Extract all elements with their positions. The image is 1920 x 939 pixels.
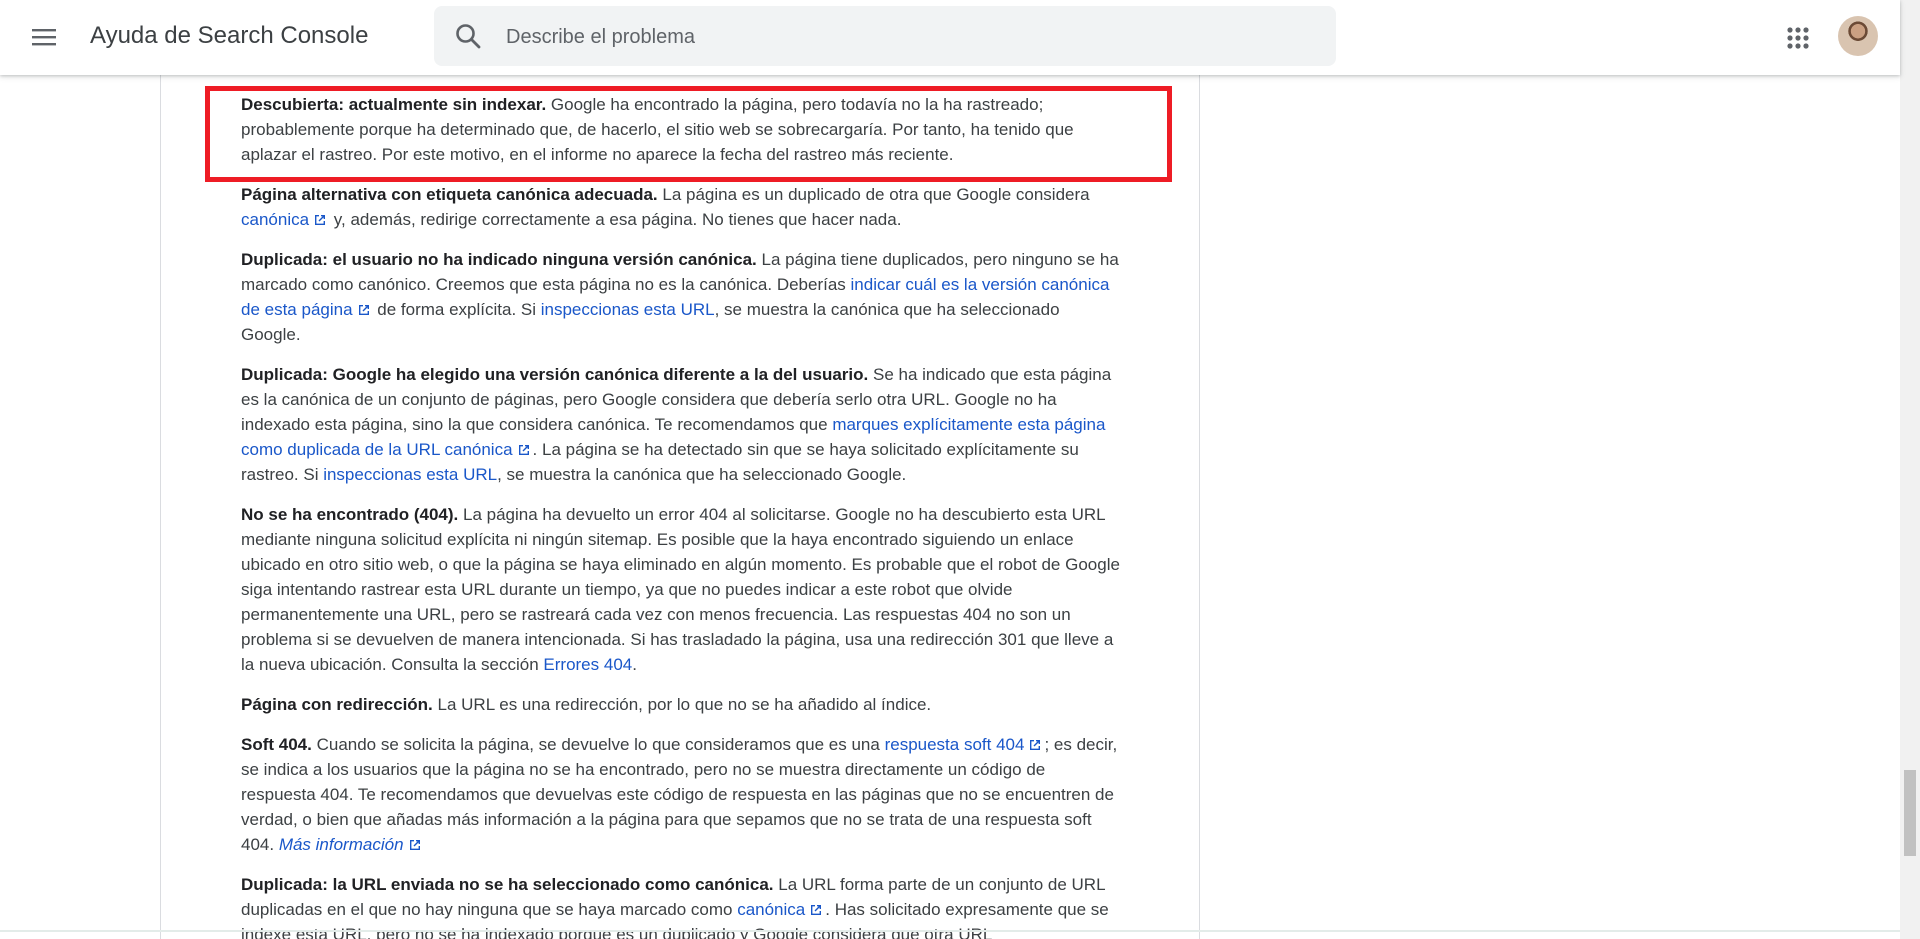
- article-body: Descubierta: actualmente sin indexar. Go…: [241, 92, 1121, 939]
- scroll-thumb[interactable]: [1904, 770, 1916, 856]
- list-item: Duplicada: Google ha elegido una versión…: [241, 365, 1112, 484]
- inspect-url-link[interactable]: inspeccionas esta URL: [323, 465, 497, 484]
- external-link-icon: [358, 305, 369, 315]
- errors-404-link[interactable]: Errores 404: [543, 655, 632, 674]
- search-bar[interactable]: [434, 6, 1336, 68]
- canonical-link[interactable]: canónica: [241, 210, 329, 229]
- app-title[interactable]: Ayuda de Search Console: [90, 22, 368, 50]
- list-item: Página con redirección. La URL es una re…: [241, 695, 932, 714]
- inspect-url-link[interactable]: inspeccionas esta URL: [541, 300, 715, 319]
- soft-404-link[interactable]: respuesta soft 404: [885, 735, 1045, 754]
- top-app-bar: Ayuda de Search Console: [0, 0, 1900, 75]
- list-item: Descubierta: actualmente sin indexar. Go…: [241, 95, 1074, 164]
- external-link-icon: [811, 905, 822, 915]
- more-info-link[interactable]: Más información: [279, 835, 424, 854]
- search-icon[interactable]: [454, 22, 482, 50]
- avatar[interactable]: [1838, 16, 1878, 56]
- menu-icon: [32, 29, 56, 46]
- vertical-scrollbar[interactable]: [1900, 0, 1920, 939]
- list-item: Duplicada: la URL enviada no se ha selec…: [241, 875, 1109, 939]
- list-item: Página alternativa con etiqueta canónica…: [241, 185, 1090, 229]
- canonical-link[interactable]: canónica: [737, 900, 825, 919]
- list-item: Duplicada: el usuario no ha indicado nin…: [241, 250, 1119, 344]
- search-input[interactable]: [504, 6, 1308, 68]
- external-link-icon: [518, 445, 529, 455]
- list-item: No se ha encontrado (404). La página ha …: [241, 505, 1120, 674]
- apps-button[interactable]: [1780, 20, 1816, 56]
- external-link-icon: [315, 215, 326, 225]
- list-item: Soft 404. Cuando se solicita la página, …: [241, 735, 1118, 854]
- external-link-icon: [409, 840, 420, 850]
- page: Ayuda de Search Console Descubierta: act…: [0, 0, 1920, 939]
- apps-grid-icon: [1787, 27, 1809, 49]
- bottom-divider: [0, 930, 1900, 932]
- external-link-icon: [1030, 740, 1041, 750]
- menu-button[interactable]: [26, 19, 62, 55]
